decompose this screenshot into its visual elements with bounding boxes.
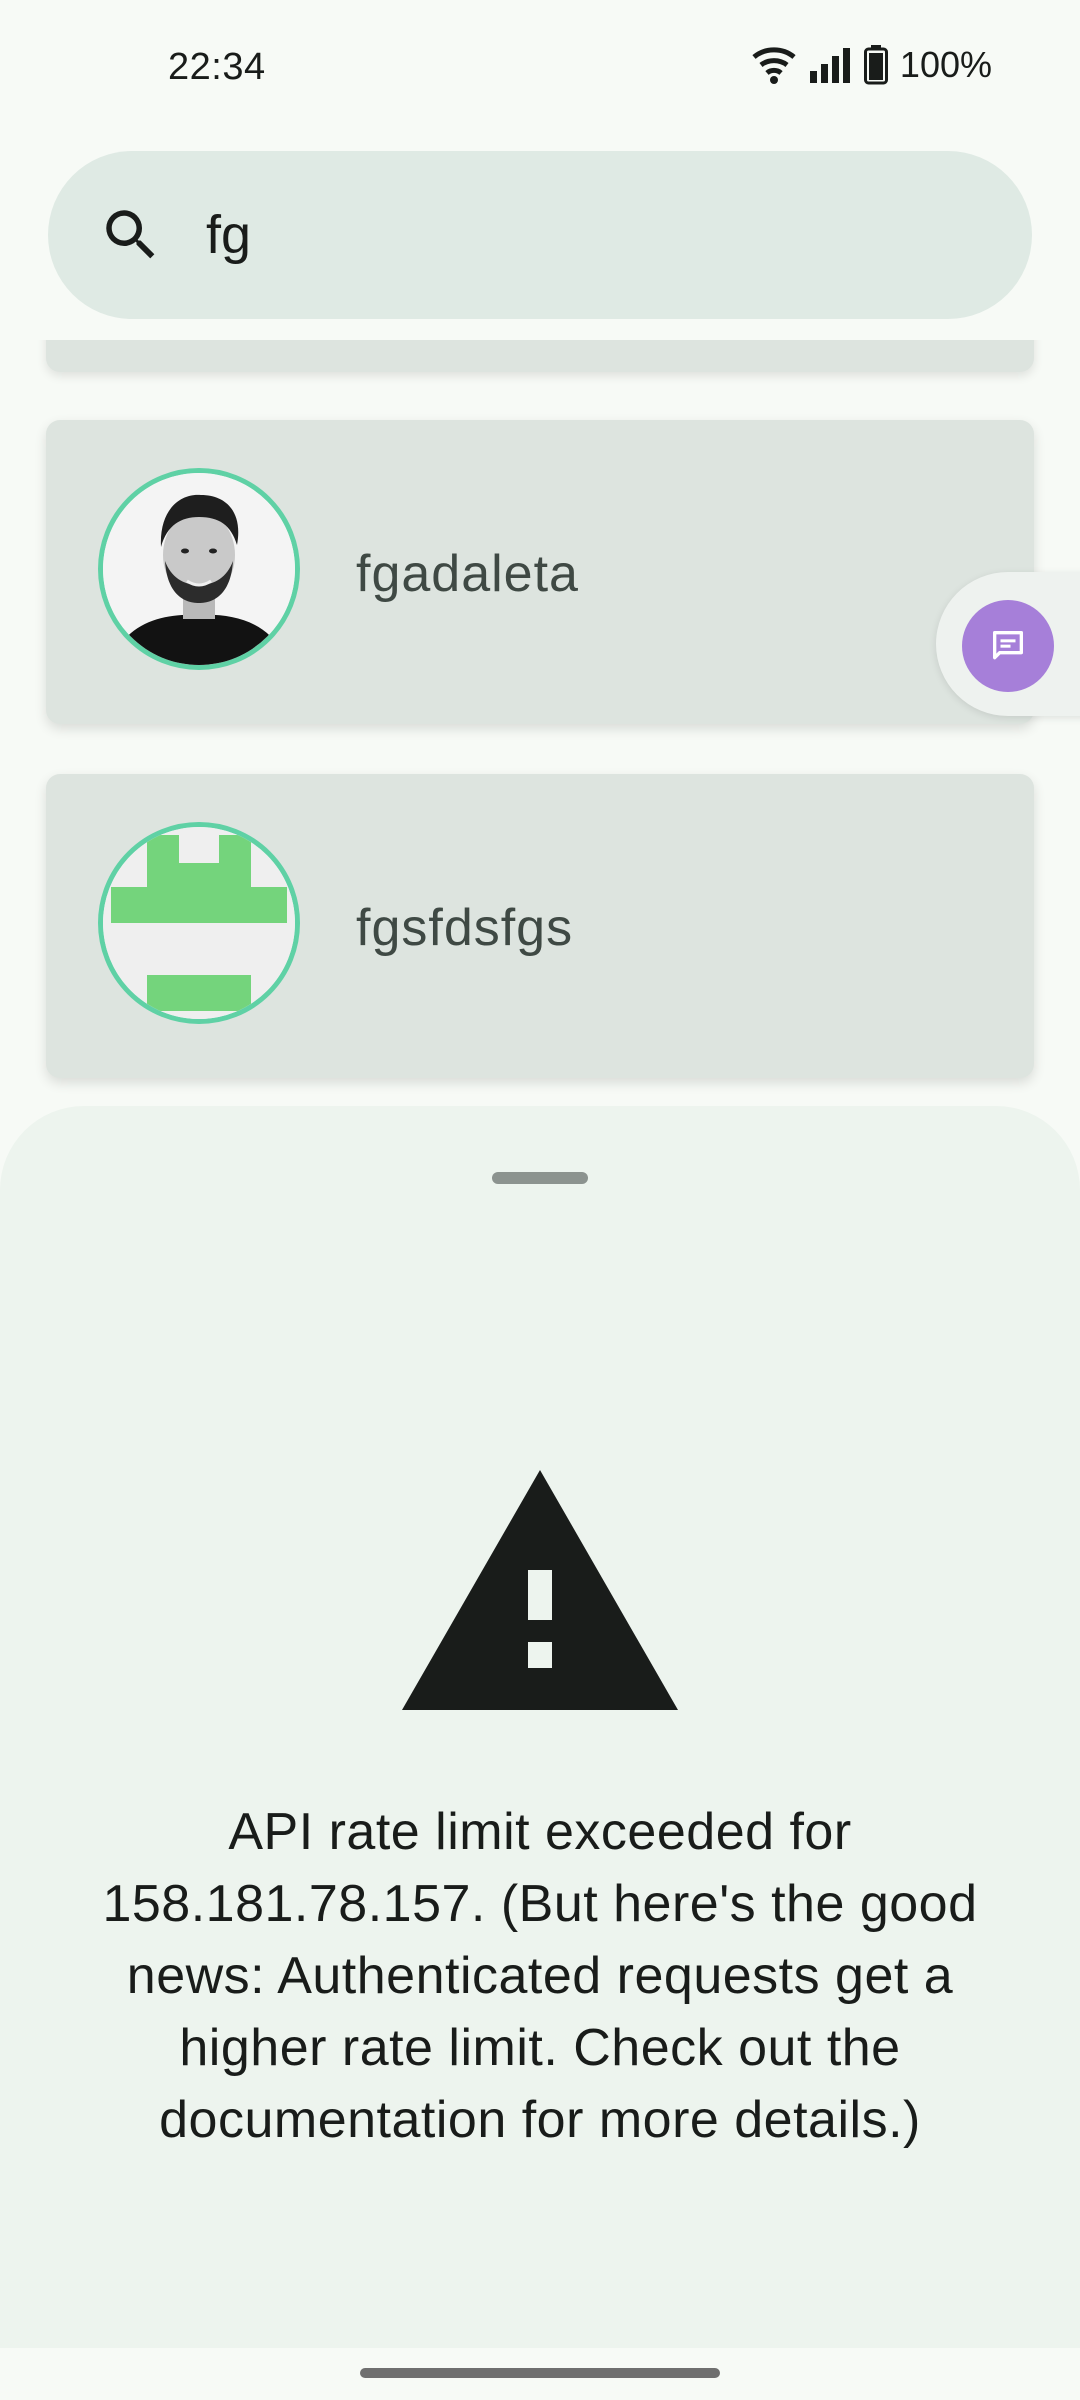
user-card[interactable]: fgadaleta	[46, 420, 1034, 724]
search-input[interactable]	[206, 198, 986, 272]
cellular-signal-icon	[809, 48, 850, 83]
identicon-avatar	[103, 827, 295, 1019]
battery-icon	[863, 45, 888, 85]
error-message: API rate limit exceeded for 158.181.78.1…	[102, 1803, 978, 2149]
list-item[interactable]	[46, 340, 1034, 372]
battery-percent: 100%	[899, 44, 992, 85]
user-avatar	[98, 822, 300, 1024]
username: fgsfdsfgs	[356, 899, 574, 957]
status-time: 22:34	[168, 46, 266, 88]
error-bottom-sheet	[0, 1106, 1080, 2400]
photo-avatar	[103, 473, 295, 665]
chat-button[interactable]	[962, 600, 1054, 692]
status-icons: 100%	[752, 44, 992, 86]
status-bar: 22:34 100%	[0, 0, 1080, 140]
chat-bubble-icon	[993, 631, 1023, 660]
user-card[interactable]: fgsfdsfgs	[46, 774, 1034, 1078]
username: fgadaleta	[356, 545, 579, 603]
warning-icon	[402, 1470, 678, 1710]
results-list: fgadaleta fgsfdsfgs	[0, 340, 1080, 1120]
search-icon[interactable]	[98, 202, 164, 268]
user-avatar	[98, 468, 300, 670]
gesture-handle[interactable]	[360, 2368, 720, 2378]
wifi-icon	[752, 47, 796, 84]
drag-handle[interactable]	[492, 1172, 588, 1184]
